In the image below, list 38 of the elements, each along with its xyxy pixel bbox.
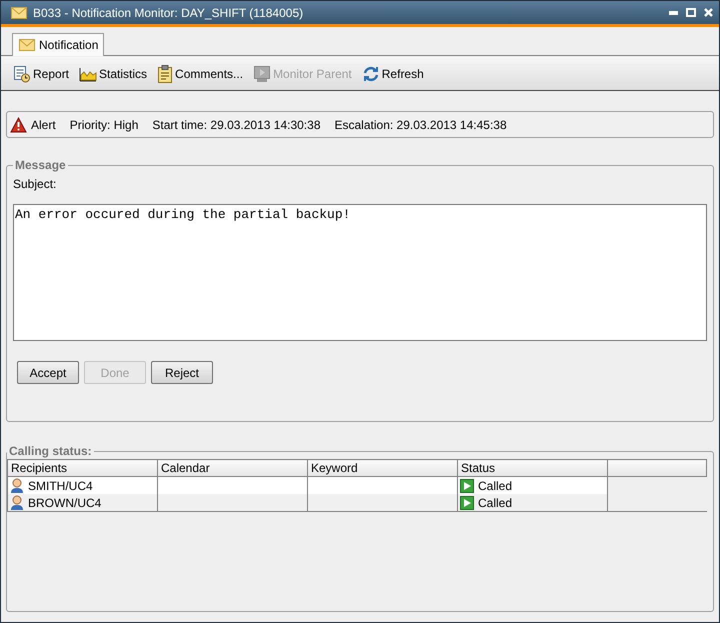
envelope-icon [19,39,35,51]
play-icon [460,496,474,510]
toolbar-button[interactable]: Refresh [360,64,426,82]
column-header[interactable]: Calendar [158,460,308,476]
refresh-icon [362,64,380,82]
calling-status-legend: Calling status: [7,444,94,458]
chart-icon [79,66,98,82]
clipboard-icon [157,64,174,82]
recipient-text: BROWN/UC4 [28,496,102,510]
minimize-icon[interactable] [669,10,678,14]
escalation-text: Escalation: 29.03.2013 14:45:38 [334,118,507,132]
window-title: B033 - Notification Monitor: DAY_SHIFT (1184005) [33,6,304,20]
priority-text: Priority: High [70,118,138,132]
toolbar-button[interactable]: Report [11,64,72,82]
recipient-text: SMITH/UC4 [28,478,93,492]
subject-label: Subject: [13,177,56,191]
maximize-icon[interactable] [686,8,696,17]
message-legend: Message [13,158,68,172]
toolbar-button[interactable]: Comments... [155,64,246,82]
start-time-text: Start time: 29.03.2013 14:30:38 [152,118,320,132]
person-icon [10,495,24,510]
person-icon [10,478,24,493]
status-text: Called [478,496,512,510]
report-icon [13,64,31,82]
toolbar-button[interactable]: Statistics [77,66,150,82]
status-text: Called [478,478,512,492]
column-header[interactable]: Recipients [8,460,158,476]
alert-label: Alert [31,118,56,132]
action-button[interactable]: Reject [151,361,213,384]
warning-icon [10,116,27,132]
column-header[interactable]: Status [458,460,608,476]
action-button[interactable]: Accept [17,361,79,384]
tab[interactable]: Notification [12,33,104,56]
column-header[interactable]: Keyword [308,460,458,476]
monitor-icon [253,64,272,82]
envelope-icon [11,6,27,18]
message-body[interactable]: An error occured during the partial backup! [13,204,707,341]
close-icon[interactable] [704,8,713,17]
